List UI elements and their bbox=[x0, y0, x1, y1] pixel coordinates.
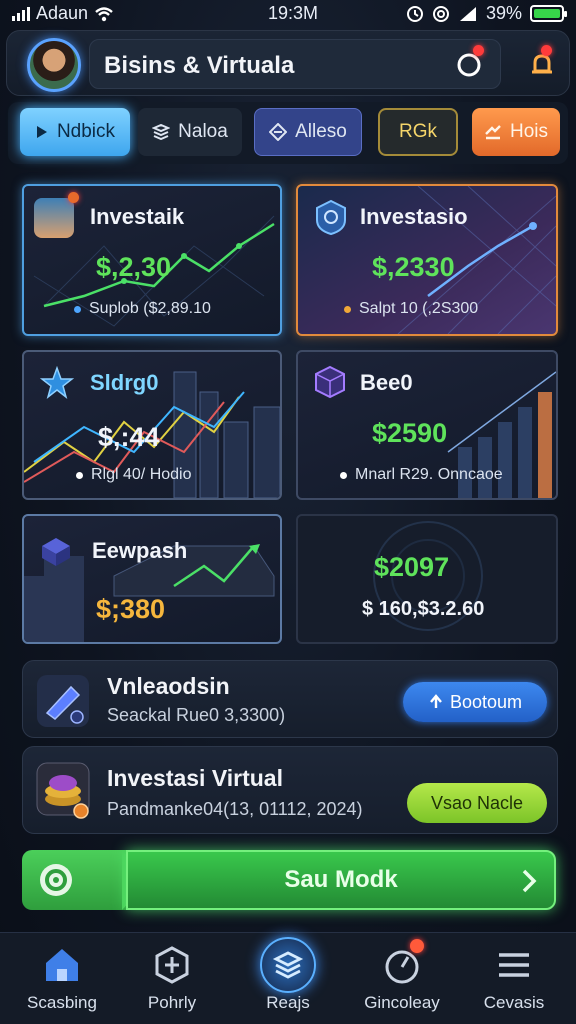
status-bar: Adaun 19:3M 39% bbox=[0, 0, 576, 26]
target-icon bbox=[40, 864, 72, 896]
app-header: Bisins & Virtuala bbox=[6, 30, 570, 96]
cta-left-segment[interactable] bbox=[22, 850, 132, 910]
investment-card[interactable]: Investasio $,2330 Salpt 10 (,2S300 bbox=[296, 184, 558, 336]
chip-icon bbox=[42, 538, 70, 566]
layers-icon bbox=[272, 951, 304, 979]
card-sub-text: Rlgl 40/ Hodio bbox=[91, 466, 192, 483]
notifications-button[interactable] bbox=[527, 45, 557, 79]
chat-button[interactable] bbox=[455, 45, 485, 79]
card-amount: $,2330 bbox=[372, 252, 455, 282]
nav-label: Scasbing bbox=[27, 993, 97, 1012]
dot-icon bbox=[340, 471, 347, 479]
row-subtitle: Seackal Rue0 3,3300) bbox=[107, 705, 286, 725]
tab-rgk[interactable]: RGk bbox=[378, 108, 458, 156]
notification-dot bbox=[473, 45, 484, 56]
card-amount: $,:44 bbox=[98, 422, 160, 452]
row-action-button[interactable]: Vsao Nacle bbox=[407, 783, 547, 823]
nav-label: Cevasis bbox=[483, 993, 545, 1012]
signal-icon bbox=[12, 6, 30, 21]
button-label: Bootoum bbox=[449, 691, 523, 712]
star-icon bbox=[40, 366, 74, 399]
tab-naloa[interactable]: Naloa bbox=[138, 108, 242, 156]
cta-button[interactable]: Sau Modk bbox=[126, 850, 556, 910]
cta-bar[interactable]: Sau Modk bbox=[22, 848, 558, 912]
investment-card[interactable]: Investaik $,2,30 Suplob ($2,89.10 bbox=[22, 184, 282, 336]
title-bar: Bisins & Virtuala bbox=[89, 39, 501, 89]
bottom-nav: Scasbing Pohrly Reajs Gincoleay Cevasis bbox=[0, 932, 576, 1024]
layers-icon bbox=[152, 124, 171, 140]
page-title: Bisins & Virtuala bbox=[104, 52, 295, 79]
tab-label: Hois bbox=[509, 121, 548, 142]
card-title: Eewpash bbox=[92, 538, 188, 563]
card-sub-text: Mnarl R29. Onncaoe bbox=[355, 466, 503, 483]
row-subtitle: Pandmanke04(13, 01112, 2024) bbox=[107, 799, 363, 819]
row-title: Investasi Virtual bbox=[107, 765, 283, 791]
dot-icon bbox=[76, 471, 83, 479]
alarm-icon bbox=[406, 5, 423, 22]
home-icon bbox=[46, 949, 78, 981]
battery-percent: 39% bbox=[485, 3, 522, 23]
card-title: Bee0 bbox=[360, 370, 413, 395]
list-item[interactable]: Investasi Virtual Pandmanke04(13, 01112,… bbox=[22, 746, 558, 834]
card-amount: $2097 bbox=[374, 552, 450, 582]
tab-hois[interactable]: Hois bbox=[472, 108, 560, 156]
tab-label: Naloa bbox=[178, 121, 228, 142]
card-subtitle: Salpt 10 (,2S300 bbox=[344, 300, 478, 318]
card-subtitle: Rlgl 40/ Hodio bbox=[76, 466, 192, 484]
arrows-icon bbox=[485, 125, 501, 140]
card-subtitle: $ 160,$3.2.60 bbox=[362, 598, 485, 620]
chevron-right-icon bbox=[522, 869, 537, 893]
notification-dot bbox=[541, 45, 552, 56]
nav-label: Gincoleay bbox=[364, 993, 440, 1012]
badge-dot bbox=[68, 192, 79, 203]
cube-icon bbox=[315, 365, 345, 399]
cta-label: Sau Modk bbox=[284, 866, 398, 893]
rocket-icon bbox=[37, 675, 89, 727]
clock: 19:3M bbox=[268, 3, 319, 23]
investment-card[interactable]: $2097 $ 160,$3.2.60 bbox=[296, 514, 558, 644]
investment-card[interactable]: Sldrg0 $,:44 Rlgl 40/ Hodio bbox=[22, 350, 282, 500]
investment-card[interactable]: Eewpash $;380 bbox=[22, 514, 282, 644]
wifi-icon bbox=[95, 6, 113, 21]
card-subtitle: Suplob ($2,89.10 bbox=[74, 300, 211, 318]
card-subtitle: Mnarl R29. Onncaoe bbox=[340, 466, 503, 484]
avatar[interactable] bbox=[27, 38, 81, 92]
nav-label: Reajs bbox=[266, 993, 310, 1012]
carrier-name: Adaun bbox=[36, 3, 89, 23]
menu-icon bbox=[499, 953, 529, 977]
portrait-icon bbox=[34, 198, 74, 238]
play-icon bbox=[36, 126, 47, 138]
button-label: Vsao Nacle bbox=[430, 792, 524, 813]
card-title: Investasio bbox=[360, 204, 468, 229]
tab-label: RGk bbox=[399, 121, 437, 142]
tab-label: Alleso bbox=[295, 121, 347, 142]
hand-icon bbox=[430, 694, 442, 708]
tab-ndbick[interactable]: Ndbick bbox=[20, 108, 130, 156]
tab-label: Ndbick bbox=[56, 121, 116, 142]
card-sub-text: Suplob ($2,89.10 bbox=[89, 300, 211, 317]
card-sub-text: Salpt 10 (,2S300 bbox=[359, 300, 479, 317]
card-amount: $;380 bbox=[96, 594, 166, 624]
coin-stack-icon bbox=[36, 762, 90, 819]
card-title: Investaik bbox=[90, 204, 185, 229]
row-title: Vnleaodsin bbox=[107, 673, 230, 699]
notification-dot bbox=[410, 939, 424, 953]
hexagon-icon bbox=[155, 946, 189, 984]
dot-icon bbox=[74, 305, 81, 313]
card-amount: $2590 bbox=[372, 418, 448, 448]
cell-signal-icon bbox=[459, 6, 476, 21]
row-action-button[interactable]: Bootoum bbox=[403, 682, 547, 722]
investment-card[interactable]: Bee0 $2590 Mnarl R29. Onncaoe bbox=[296, 350, 558, 500]
tab-alleso[interactable]: Alleso bbox=[254, 108, 362, 156]
tab-bar: Ndbick Naloa Alleso RGk Hois bbox=[8, 102, 568, 164]
at-icon bbox=[432, 5, 449, 22]
list-item[interactable]: Vnleaodsin Seackal Rue0 3,3300) Bootoum bbox=[22, 660, 558, 738]
card-amount: $,2,30 bbox=[96, 252, 172, 282]
battery-icon bbox=[530, 5, 567, 22]
nav-label: Pohrly bbox=[147, 993, 197, 1012]
card-title: Sldrg0 bbox=[90, 370, 159, 395]
shield-icon bbox=[316, 199, 346, 236]
dot-icon bbox=[344, 305, 351, 313]
diamond-icon bbox=[269, 123, 288, 141]
